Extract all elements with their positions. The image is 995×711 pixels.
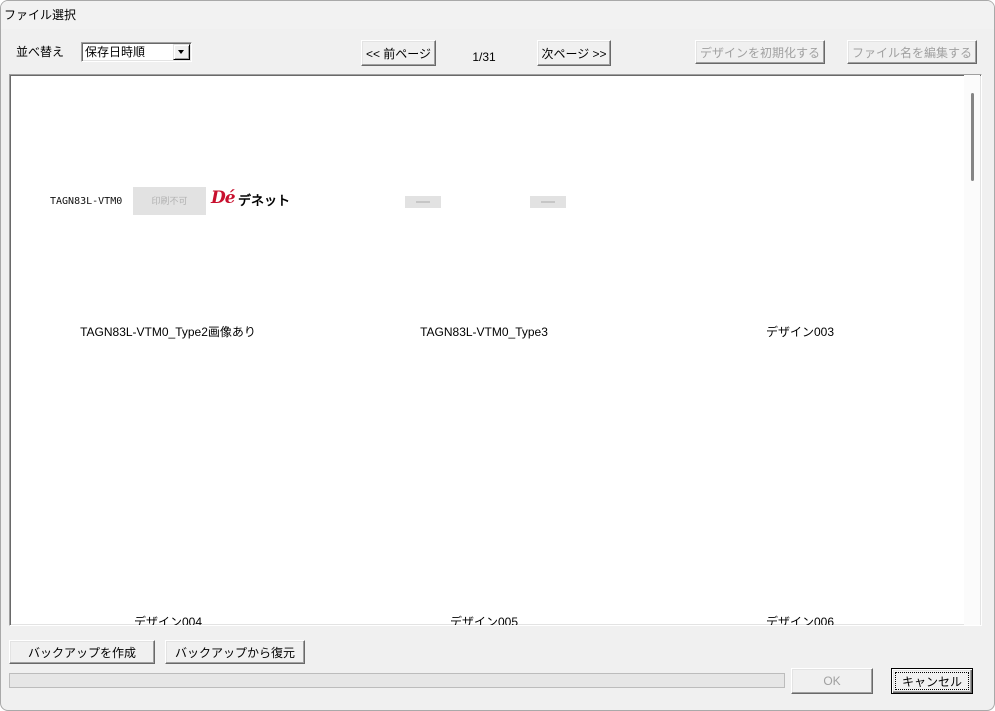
print-not-allowed-notice: 印刷不可 (133, 187, 206, 215)
chevron-down-icon (178, 50, 184, 54)
ok-button[interactable]: OK (791, 668, 873, 694)
sort-dropdown-button[interactable] (173, 44, 190, 60)
file-thumbnail (326, 75, 642, 320)
file-thumbnail (326, 365, 642, 610)
file-item[interactable]: TAGN83L-VTM0_Type3 (326, 75, 642, 365)
thumbnail-notice-box (530, 196, 566, 208)
file-name-label: デザイン004 (133, 615, 203, 626)
file-list-panel: TAGN83L-VTM0 印刷不可 Dé デネット TAGN83L-VTM0_T… (9, 74, 982, 626)
file-thumbnail (642, 365, 958, 610)
restore-backup-button[interactable]: バックアップから復元 (165, 640, 305, 664)
cancel-button-label: キャンセル (901, 674, 962, 689)
cancel-button[interactable]: キャンセル (891, 668, 973, 694)
thumbnail-notice-box (405, 196, 441, 208)
file-item[interactable]: デザイン003 (642, 75, 958, 365)
file-name-label: TAGN83L-VTM0_Type3 (420, 325, 548, 339)
file-name-label: デザイン005 (449, 615, 519, 626)
thumbnail-product-code: TAGN83L-VTM0 (50, 196, 123, 207)
progress-bar (9, 673, 785, 688)
sort-order-select[interactable]: 保存日時順 (81, 42, 192, 62)
next-page-button[interactable]: 次ページ >> (537, 40, 611, 66)
file-item[interactable]: TAGN83L-VTM0 印刷不可 Dé デネット TAGN83L-VTM0_T… (10, 75, 326, 365)
reset-design-button[interactable]: デザインを初期化する (695, 40, 825, 64)
sort-order-value: 保存日時順 (85, 45, 146, 59)
title-bar: ファイル選択 (1, 1, 994, 29)
file-name-label: デザイン006 (765, 615, 835, 626)
file-thumbnail: TAGN83L-VTM0 印刷不可 Dé デネット (10, 75, 326, 320)
file-item[interactable]: デザイン005 (326, 365, 642, 626)
page-indicator: 1/31 (472, 50, 496, 64)
sort-label: 並べ替え (16, 45, 65, 59)
file-name-label: デザイン003 (765, 325, 835, 339)
file-item[interactable]: デザイン006 (642, 365, 958, 626)
vertical-scrollbar[interactable] (964, 75, 980, 625)
file-select-dialog: ファイル選択 並べ替え 保存日時順 << 前ページ 1/31 次ページ >> デ… (0, 0, 995, 711)
rename-file-button[interactable]: ファイル名を編集する (847, 40, 977, 64)
file-name-label: TAGN83L-VTM0_Type2画像あり (80, 325, 256, 339)
brand-logo-mark: Dé (211, 188, 236, 208)
file-item[interactable]: デザイン004 (10, 365, 326, 626)
file-thumbnail (10, 365, 326, 610)
brand-logo-text: デネット (238, 193, 291, 208)
scrollbar-thumb[interactable] (971, 93, 974, 181)
create-backup-button[interactable]: バックアップを作成 (9, 640, 155, 664)
file-thumbnail (642, 75, 958, 320)
prev-page-button[interactable]: << 前ページ (361, 40, 436, 66)
window-title: ファイル選択 (4, 8, 77, 22)
